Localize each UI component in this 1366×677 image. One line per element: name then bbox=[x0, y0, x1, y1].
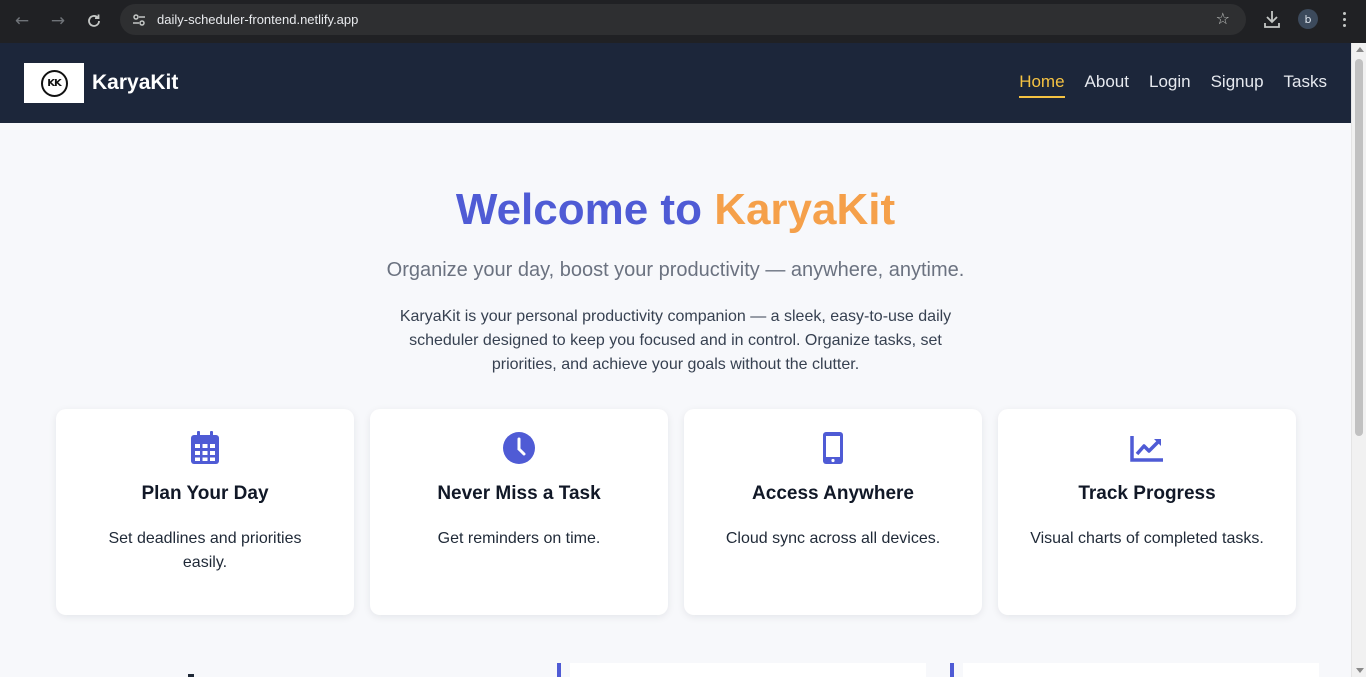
feature-title: Never Miss a Task bbox=[437, 483, 601, 504]
reload-icon[interactable] bbox=[81, 8, 107, 34]
nav-tasks-link[interactable]: Tasks bbox=[1284, 72, 1327, 98]
feature-text: Set deadlines and priorities easily. bbox=[108, 530, 302, 571]
browser-toolbar: ← → daily-scheduler-frontend.netlify.app… bbox=[0, 0, 1366, 43]
page-scrollbar[interactable] bbox=[1351, 43, 1366, 677]
address-bar[interactable]: daily-scheduler-frontend.netlify.app ☆ bbox=[120, 4, 1246, 35]
url-text[interactable]: daily-scheduler-frontend.netlify.app bbox=[157, 12, 358, 27]
feature-text: Get reminders on time. bbox=[437, 530, 601, 547]
profile-avatar[interactable]: b bbox=[1298, 9, 1318, 29]
site-header: KK KaryaKit Home About Login Signup Task… bbox=[0, 43, 1351, 123]
brand-name[interactable]: KaryaKit bbox=[92, 71, 178, 95]
logo-mark: KK bbox=[40, 69, 68, 97]
logo[interactable]: KK bbox=[24, 63, 84, 103]
hero-title: Welcome to KaryaKit bbox=[0, 185, 1351, 235]
feature-card-progress: Track Progress Visual charts of complete… bbox=[998, 409, 1296, 615]
scroll-up-arrow-icon[interactable] bbox=[1356, 47, 1364, 52]
hero-title-prefix: Welcome to bbox=[455, 185, 702, 234]
feature-text: Cloud sync across all devices. bbox=[725, 530, 941, 547]
scrollbar-thumb[interactable] bbox=[1355, 59, 1363, 436]
nav-signup-link[interactable]: Signup bbox=[1211, 72, 1264, 98]
feature-text: Visual charts of completed tasks. bbox=[1030, 530, 1264, 547]
browser-menu-icon[interactable] bbox=[1334, 8, 1354, 30]
section-accent-bar bbox=[950, 663, 954, 677]
section-accent-bar bbox=[557, 663, 561, 677]
back-icon[interactable]: ← bbox=[9, 8, 35, 34]
main-nav: Home About Login Signup Tasks bbox=[1019, 72, 1327, 98]
hero-subtitle: Organize your day, boost your productivi… bbox=[386, 259, 965, 281]
nav-login-link[interactable]: Login bbox=[1149, 72, 1191, 98]
hero-description: KaryaKit is your personal productivity c… bbox=[399, 308, 952, 373]
clock-icon bbox=[370, 431, 668, 467]
hero-title-brand: KaryaKit bbox=[714, 185, 896, 234]
nav-home-link[interactable]: Home bbox=[1019, 72, 1065, 98]
feature-title: Plan Your Day bbox=[141, 483, 269, 504]
download-icon[interactable] bbox=[1261, 8, 1283, 30]
chart-line-icon bbox=[998, 431, 1296, 467]
site-info-icon[interactable] bbox=[128, 9, 150, 31]
nav-about-link[interactable]: About bbox=[1085, 72, 1129, 98]
scroll-down-arrow-icon[interactable] bbox=[1356, 668, 1364, 673]
calendar-icon bbox=[56, 431, 354, 467]
feature-card-access: Access Anywhere Cloud sync across all de… bbox=[684, 409, 982, 615]
partial-panel bbox=[570, 663, 926, 677]
forward-icon[interactable]: → bbox=[45, 8, 71, 34]
bookmark-star-icon[interactable]: ☆ bbox=[1216, 9, 1230, 28]
feature-title: Access Anywhere bbox=[752, 483, 914, 504]
feature-title: Track Progress bbox=[1078, 483, 1216, 504]
feature-card-reminders: Never Miss a Task Get reminders on time. bbox=[370, 409, 668, 615]
mobile-icon bbox=[684, 431, 982, 467]
partial-panel bbox=[963, 663, 1319, 677]
feature-card-plan: Plan Your Day Set deadlines and prioriti… bbox=[56, 409, 354, 615]
